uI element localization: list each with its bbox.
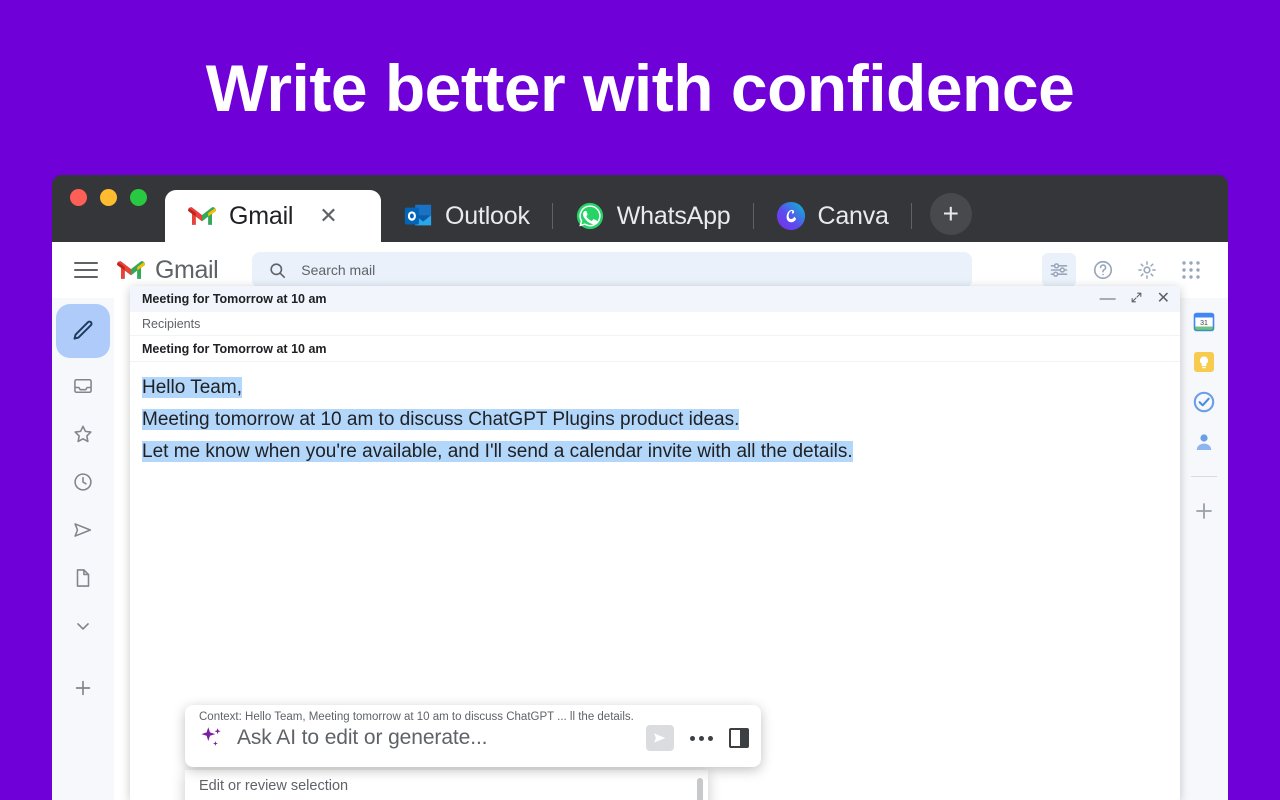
star-icon xyxy=(72,423,94,445)
tab-gmail-label: Gmail xyxy=(229,202,293,231)
sidebar-item-sent[interactable] xyxy=(63,510,103,550)
send-icon xyxy=(72,519,94,541)
sidebar-item-snoozed[interactable] xyxy=(63,462,103,502)
tab-outlook-label: Outlook xyxy=(445,202,530,231)
sparkle-icon xyxy=(199,725,225,751)
gmail-right-rail: 31 xyxy=(1180,298,1228,800)
chevron-down-icon xyxy=(73,616,93,636)
minimize-window-button[interactable] xyxy=(100,189,117,206)
side-panel-divider xyxy=(1191,476,1217,477)
ai-menu-section-label: Edit or review selection xyxy=(185,770,708,800)
compose-recipients-field[interactable]: Recipients xyxy=(130,312,1180,336)
settings-icon[interactable] xyxy=(1130,253,1164,287)
body-line-text: Meeting tomorrow at 10 am to discuss Cha… xyxy=(142,409,739,430)
recipients-placeholder: Recipients xyxy=(142,317,200,331)
gmail-icon xyxy=(116,255,146,285)
page-title: Write better with confidence xyxy=(206,55,1075,121)
lightbulb-icon xyxy=(1192,350,1216,374)
browser-tab-strip: Gmail ✕ Outlook xyxy=(52,175,1228,242)
subject-value: Meeting for Tomorrow at 10 am xyxy=(142,342,327,356)
check-circle-icon xyxy=(1192,390,1216,414)
clock-icon xyxy=(72,471,94,493)
hero-banner: Write better with confidence xyxy=(0,0,1280,175)
search-icon xyxy=(268,261,287,280)
close-icon[interactable]: ✕ xyxy=(1157,291,1170,307)
sidebar-item-add-label[interactable] xyxy=(63,668,103,708)
gmail-left-rail xyxy=(52,298,114,800)
minimize-icon[interactable]: — xyxy=(1100,291,1116,307)
whatsapp-icon xyxy=(575,201,605,231)
menu-scrollbar[interactable] xyxy=(697,778,703,800)
body-line: Let me know when you're available, and I… xyxy=(142,436,1168,468)
ai-prompt-popup: Context: Hello Team, Meeting tomorrow at… xyxy=(185,705,761,767)
gmail-app: Gmail Search mail xyxy=(52,242,1228,800)
plus-icon xyxy=(1192,499,1216,523)
side-panel-item-calendar[interactable]: 31 xyxy=(1192,310,1216,334)
send-icon[interactable] xyxy=(646,725,674,751)
compose-title: Meeting for Tomorrow at 10 am xyxy=(142,292,327,306)
outlook-icon xyxy=(403,201,433,231)
calendar-icon: 31 xyxy=(1192,310,1216,334)
more-horizontal-icon[interactable] xyxy=(686,736,717,741)
compose-body[interactable]: Hello Team, Meeting tomorrow at 10 am to… xyxy=(130,362,1180,468)
document-icon xyxy=(72,567,94,589)
window-traffic-lights xyxy=(70,175,147,242)
apps-grid-icon[interactable] xyxy=(1174,253,1208,287)
person-icon xyxy=(1192,430,1216,454)
hamburger-icon[interactable] xyxy=(74,262,98,278)
search-input[interactable]: Search mail xyxy=(301,262,375,278)
tab-gmail[interactable]: Gmail ✕ xyxy=(165,190,381,242)
browser-other-tabs: Outlook WhatsApp xyxy=(381,190,972,242)
body-line: Hello Team, xyxy=(142,372,1168,404)
tab-divider xyxy=(911,203,912,229)
sidebar-item-drafts[interactable] xyxy=(63,558,103,598)
close-icon[interactable]: ✕ xyxy=(319,205,337,227)
tab-outlook[interactable]: Outlook xyxy=(381,190,552,242)
body-line-text: Hello Team, xyxy=(142,377,242,398)
sidebar-item-inbox[interactable] xyxy=(63,366,103,406)
side-panel-item-get-addons[interactable] xyxy=(1192,499,1216,523)
side-panel-item-keep[interactable] xyxy=(1192,350,1216,374)
tune-icon[interactable] xyxy=(1042,253,1076,287)
gmail-logo: Gmail xyxy=(116,255,218,285)
compose-subject-field[interactable]: Meeting for Tomorrow at 10 am xyxy=(130,336,1180,362)
sidebar-item-compose[interactable] xyxy=(56,304,110,358)
search-mail-bar[interactable]: Search mail xyxy=(252,252,972,288)
new-tab-button[interactable]: + xyxy=(930,193,972,235)
browser-window: Gmail ✕ Outlook xyxy=(52,175,1228,800)
pencil-icon xyxy=(70,318,96,344)
close-window-button[interactable] xyxy=(70,189,87,206)
ai-prompt-row: Ask AI to edit or generate... xyxy=(199,725,749,751)
inbox-icon xyxy=(72,375,94,397)
ai-prompt-input[interactable]: Ask AI to edit or generate... xyxy=(237,726,634,750)
canva-icon xyxy=(776,201,806,231)
gmail-icon xyxy=(187,201,217,231)
svg-text:31: 31 xyxy=(1200,320,1208,327)
help-icon[interactable] xyxy=(1086,253,1120,287)
tab-whatsapp-label: WhatsApp xyxy=(617,202,731,231)
compose-header: Meeting for Tomorrow at 10 am — ✕ xyxy=(130,286,1180,312)
tab-canva-label: Canva xyxy=(818,202,889,231)
gmail-wordmark: Gmail xyxy=(155,256,218,285)
gmail-header-actions xyxy=(1042,253,1214,287)
body-line-text: Let me know when you're available, and I… xyxy=(142,441,853,462)
sidebar-item-more[interactable] xyxy=(63,606,103,646)
tab-canva[interactable]: Canva xyxy=(754,190,911,242)
sidebar-item-starred[interactable] xyxy=(63,414,103,454)
tab-whatsapp[interactable]: WhatsApp xyxy=(553,190,753,242)
plus-icon xyxy=(72,677,94,699)
body-line: Meeting tomorrow at 10 am to discuss Cha… xyxy=(142,404,1168,436)
compose-window-controls: — ✕ xyxy=(1100,291,1170,308)
side-panel-icon[interactable] xyxy=(729,728,749,748)
ai-context-label: Context: Hello Team, Meeting tomorrow at… xyxy=(199,711,749,723)
side-panel-item-tasks[interactable] xyxy=(1192,390,1216,414)
maximize-window-button[interactable] xyxy=(130,189,147,206)
expand-icon[interactable] xyxy=(1130,291,1143,308)
side-panel-item-contacts[interactable] xyxy=(1192,430,1216,454)
ai-actions-menu: Edit or review selection Improve writing xyxy=(185,770,708,800)
